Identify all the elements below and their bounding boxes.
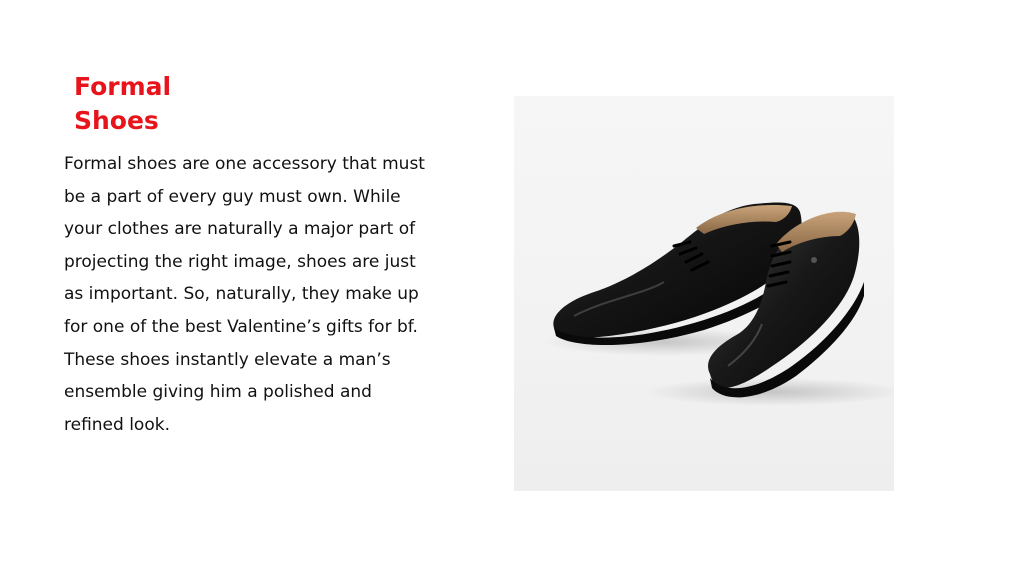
formal-shoes-photo	[514, 96, 894, 491]
shoes-illustration	[544, 202, 894, 406]
body-line: refined look.	[64, 414, 170, 435]
body-line: be a part of every guy must own. While	[64, 186, 401, 207]
body-line: for one of the best Valentine’s gifts fo…	[64, 316, 418, 337]
body-line: Formal shoes are one accessory that must	[64, 154, 425, 174]
body-line: your clothes are naturally a major part …	[64, 219, 416, 240]
slide: Formal Shoes Formal shoes are one access…	[0, 0, 1024, 576]
body-line: as important. So, naturally, they make u…	[64, 284, 419, 305]
body-line: ensemble giving him a polished and	[64, 382, 372, 403]
body-text: Formal shoes are one accessory that must…	[64, 148, 464, 441]
body-line: projecting the right image, shoes are ju…	[64, 251, 416, 272]
title-line: Formal	[74, 72, 172, 101]
body-line: These shoes instantly elevate a man’s	[64, 349, 391, 370]
slide-title: Formal Shoes	[74, 70, 274, 138]
title-line: Shoes	[74, 106, 159, 135]
